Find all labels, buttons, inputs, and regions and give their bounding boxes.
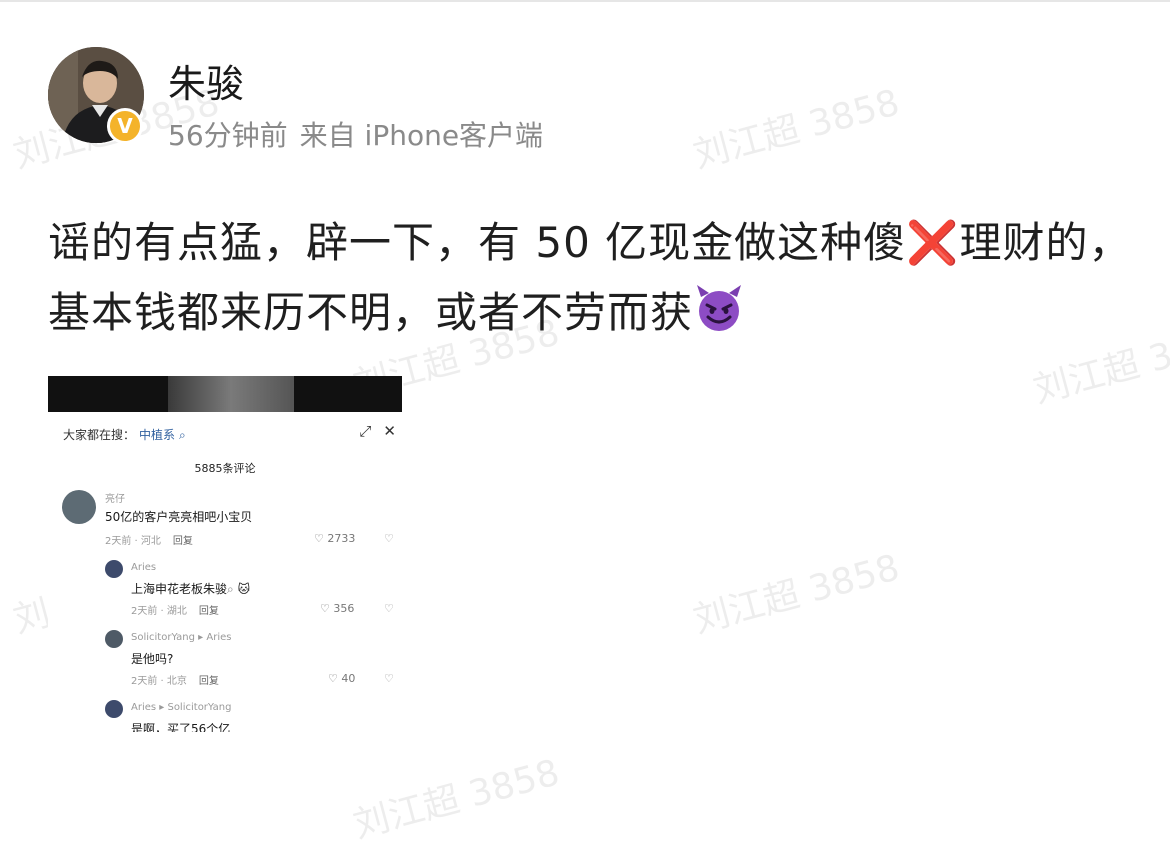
commenter-name[interactable]: 亮仔 bbox=[105, 490, 125, 505]
heart-icon: ♡ bbox=[320, 602, 330, 615]
dislike-icon[interactable]: ♡ bbox=[384, 532, 394, 545]
post-source[interactable]: 来自 iPhone客户端 bbox=[300, 119, 543, 152]
comment-time: 2天前 · 河北 bbox=[105, 536, 161, 547]
post-time: 56分钟前 bbox=[168, 119, 288, 152]
expand-icon[interactable]: ⤢ bbox=[359, 422, 371, 440]
like-button[interactable]: ♡ 2733 bbox=[314, 532, 355, 545]
top-divider bbox=[0, 0, 1170, 2]
devil-emoji-icon bbox=[693, 283, 745, 335]
verified-badge-icon: V bbox=[107, 108, 143, 144]
watermark: 刘江超 3858 bbox=[689, 547, 904, 642]
like-button[interactable]: ♡ 356 bbox=[320, 602, 354, 615]
video-frame bbox=[48, 376, 402, 412]
comment-info: 2天前 · 湖北 回复 bbox=[131, 602, 219, 617]
cross-mark-icon: ❌ bbox=[906, 218, 960, 267]
reply-button[interactable]: 回复 bbox=[173, 536, 193, 547]
reply-button[interactable]: 回复 bbox=[199, 676, 219, 687]
avatar[interactable] bbox=[105, 630, 123, 648]
watermark: 刘江超 3858 bbox=[689, 82, 904, 177]
trending-label: 大家都在搜： bbox=[63, 428, 136, 442]
avatar[interactable] bbox=[105, 560, 123, 578]
post-body: 谣的有点猛，辟一下，有 50 亿现金做这种傻❌理财的，基本钱都来历不明，或者不劳… bbox=[48, 208, 1138, 348]
comment-count: 5885条评论 bbox=[194, 462, 256, 475]
avatar[interactable] bbox=[105, 700, 123, 718]
comment-text: 上海申花老板朱骏⌕ 🐱 bbox=[131, 582, 251, 596]
commenter-name[interactable]: Aries bbox=[131, 562, 156, 573]
avatar[interactable] bbox=[62, 490, 96, 524]
comment-text: 50亿的客户亮亮相吧小宝贝 bbox=[105, 510, 253, 524]
trending-keyword[interactable]: 中植系 bbox=[139, 428, 175, 442]
heart-icon: ♡ bbox=[314, 532, 324, 545]
commenter-name[interactable]: Aries ▸ SolicitorYang bbox=[131, 702, 231, 713]
author-name[interactable]: 朱骏 bbox=[168, 58, 244, 110]
commenter-name[interactable]: SolicitorYang ▸ Aries bbox=[131, 632, 231, 643]
comment-time: 2天前 · 湖北 bbox=[131, 606, 187, 617]
close-icon[interactable]: ✕ bbox=[383, 422, 396, 440]
comment-info: 2天前 · 北京 回复 bbox=[131, 672, 219, 687]
post-meta: 56分钟前 来自 iPhone客户端 bbox=[168, 116, 543, 156]
comment-panel: 大家都在搜： 中植系 ⌕ ⤢ ✕ 5885条评论 亮仔 50亿的客户亮亮相吧小宝贝 2… bbox=[48, 412, 402, 732]
comment-text: 是他吗? bbox=[131, 652, 174, 666]
heart-icon: ♡ bbox=[328, 672, 338, 685]
like-count: 356 bbox=[333, 602, 355, 615]
comment-time: 2天前 · 北京 bbox=[131, 676, 187, 687]
like-count: 40 bbox=[341, 672, 356, 685]
attached-image[interactable]: 大家都在搜： 中植系 ⌕ ⤢ ✕ 5885条评论 亮仔 50亿的客户亮亮相吧小宝贝 2… bbox=[48, 376, 402, 732]
reply-button[interactable]: 回复 bbox=[199, 606, 219, 617]
panel-controls: ⤢ ✕ bbox=[347, 422, 396, 440]
comment-text: 是啊，买了56个亿 bbox=[131, 722, 231, 732]
like-count: 2733 bbox=[327, 532, 356, 545]
trending-search: 大家都在搜： 中植系 ⌕ bbox=[63, 426, 186, 443]
like-button[interactable]: ♡ 40 bbox=[328, 672, 355, 685]
post-text-part1: 谣的有点猛，辟一下，有 50 亿现金做这种傻 bbox=[48, 218, 907, 267]
comment-info: 2天前 · 河北 回复 bbox=[105, 532, 193, 547]
dislike-icon[interactable]: ♡ bbox=[384, 602, 394, 615]
search-icon: ⌕ bbox=[179, 428, 186, 442]
dislike-icon[interactable]: ♡ bbox=[384, 672, 394, 685]
cat-emoji-icon: 🐱 bbox=[237, 582, 251, 596]
